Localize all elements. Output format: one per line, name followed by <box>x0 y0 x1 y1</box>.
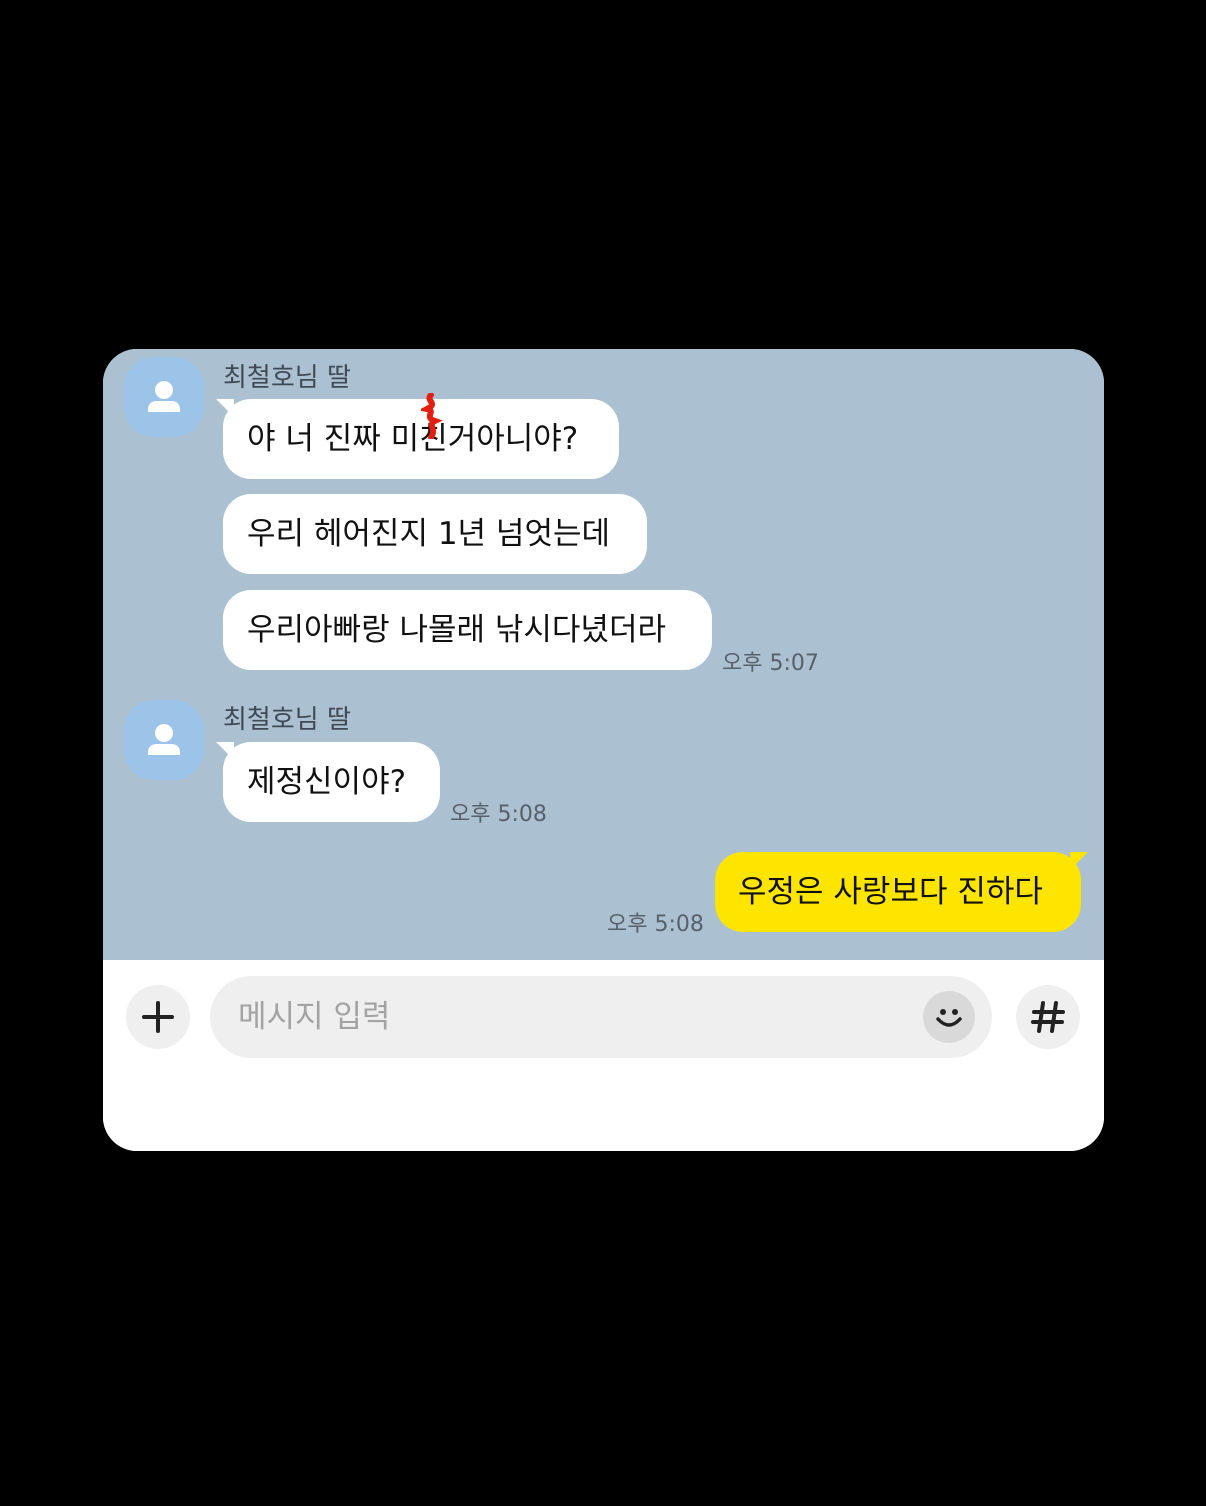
smile-emoticon-icon <box>936 1009 962 1027</box>
add-attachment-button[interactable] <box>126 985 190 1049</box>
chat-messages-area[interactable]: 최철호님 딸 야 너 진짜 미친 거아니야? 우리 헤어진지 1년 넘엇는데 우리… <box>103 349 1104 960</box>
chat-window: 최철호님 딸 야 너 진짜 미친 거아니야? 우리 헤어진지 1년 넘엇는데 우리… <box>103 349 1104 1151</box>
message-input-placeholder: 메시지 입력 <box>238 999 391 1035</box>
sender-name: 최철호님 딸 <box>223 363 351 393</box>
hashtag-icon <box>1031 1001 1065 1033</box>
profile-avatar[interactable] <box>124 700 204 780</box>
message-text: 우리 헤어진지 1년 넘엇는데 <box>247 516 611 552</box>
hashtag-search-button[interactable] <box>1016 985 1080 1049</box>
received-message-bubble[interactable]: 우리 헤어진지 1년 넘엇는데 <box>223 494 647 574</box>
sender-name: 최철호님 딸 <box>223 705 351 735</box>
plus-icon <box>142 1001 174 1033</box>
received-message-bubble[interactable]: 제정신이야? <box>216 742 440 822</box>
message-timestamp: 오후 5:07 <box>722 651 819 676</box>
emoticon-button[interactable] <box>923 991 975 1043</box>
message-timestamp: 오후 5:08 <box>450 802 547 827</box>
default-profile-icon <box>148 724 180 755</box>
sent-message-bubble[interactable]: 우정은 사랑보다 진하다 <box>715 852 1088 932</box>
received-message-bubble[interactable]: 우리아빠랑 나몰래 낚시다녔더라 <box>223 590 712 670</box>
message-text: 거아니야? <box>447 421 579 457</box>
redacted-character: 친 <box>419 393 448 479</box>
message-text: 우리아빠랑 나몰래 낚시다녔더라 <box>247 612 666 648</box>
message-text: 제정신이야? <box>247 764 407 800</box>
message-text: 야 너 진짜 미 <box>247 421 420 457</box>
message-composer: 메시지 입력 <box>103 960 1104 1151</box>
profile-avatar[interactable] <box>124 357 204 437</box>
received-message-bubble[interactable]: 야 너 진짜 미친 거아니야? <box>216 393 619 479</box>
message-input[interactable]: 메시지 입력 <box>210 976 992 1058</box>
default-profile-icon <box>148 381 180 412</box>
message-timestamp: 오후 5:08 <box>607 912 704 937</box>
message-text: 우정은 사랑보다 진하다 <box>738 874 1043 910</box>
